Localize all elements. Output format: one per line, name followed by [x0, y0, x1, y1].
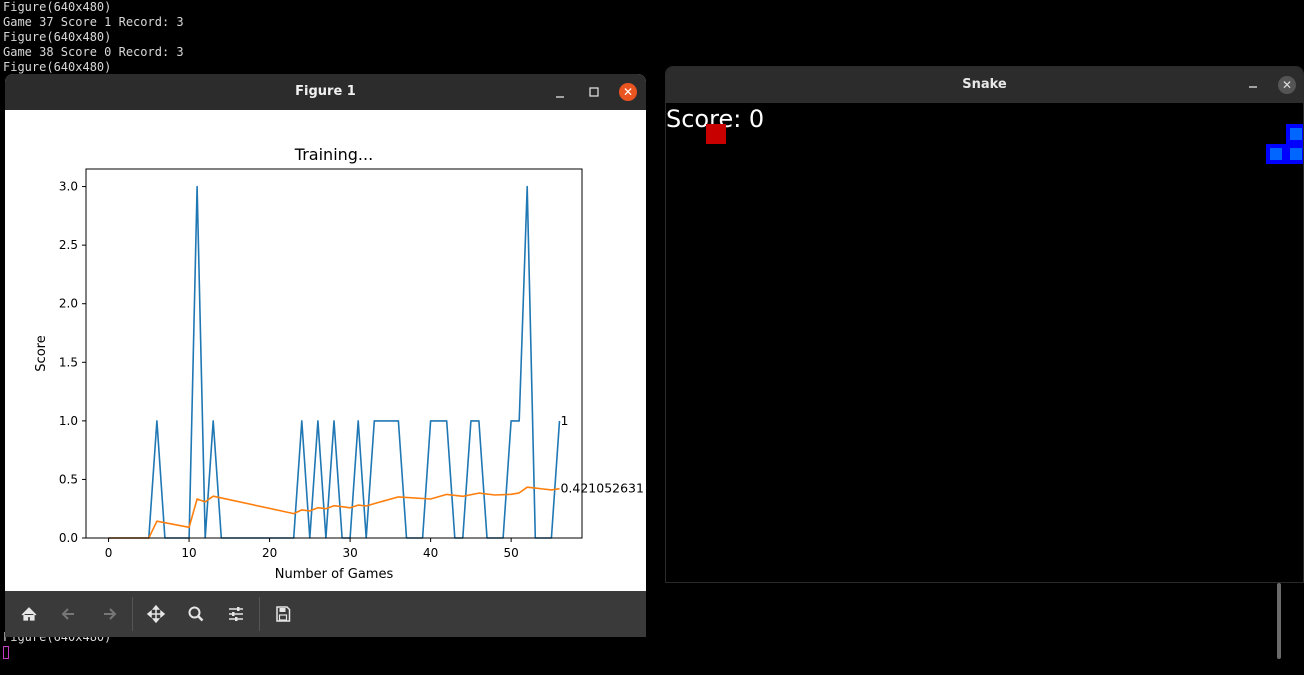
configure-subplots-button[interactable] [224, 603, 248, 625]
minimize-button[interactable] [545, 74, 575, 110]
pan-move-icon [146, 604, 166, 624]
back-button[interactable] [57, 603, 81, 625]
series-end-label: 0.421052631 [560, 481, 644, 496]
x-tick-label: 30 [342, 546, 357, 560]
pan-button[interactable] [144, 603, 168, 625]
snake-segment [1286, 144, 1303, 164]
figure-toolbar [5, 591, 646, 637]
y-tick-label: 0.0 [59, 531, 78, 545]
maximize-icon [589, 87, 599, 97]
terminal-line: Figure(640x480) [3, 0, 112, 14]
terminal-line: Figure(640x480) [3, 60, 112, 74]
series-end-label: 1 [560, 413, 568, 428]
x-tick-label: 40 [423, 546, 438, 560]
snake-window[interactable]: Snake ✕ Score: 0 [665, 66, 1304, 583]
snake-segment [1286, 124, 1303, 144]
back-arrow-icon [61, 608, 74, 620]
close-icon: ✕ [622, 85, 634, 99]
minimize-icon [556, 96, 564, 98]
series-line-1 [108, 486, 560, 539]
home-button[interactable] [17, 603, 41, 625]
close-button[interactable]: ✕ [1278, 76, 1296, 94]
x-axis-label: Number of Games [275, 567, 394, 582]
save-button[interactable] [271, 603, 295, 625]
y-axis-label: Score [34, 335, 49, 371]
terminal-line: Game 38 Score 0 Record: 3 [3, 45, 184, 59]
y-tick-label: 1.0 [59, 414, 78, 428]
x-tick-label: 20 [262, 546, 277, 560]
series-line-0 [108, 185, 561, 539]
snake-segment [1266, 144, 1286, 164]
x-tick-label: 0 [105, 546, 113, 560]
forward-button[interactable] [97, 603, 121, 625]
forward-arrow-icon [104, 608, 117, 620]
y-tick-label: 2.5 [59, 238, 78, 252]
save-floppy-icon [276, 606, 291, 622]
food-block [706, 124, 726, 144]
chart-title: Training... [294, 145, 373, 164]
zoom-button[interactable] [184, 603, 208, 625]
y-tick-label: 1.5 [59, 355, 78, 369]
home-icon [21, 607, 37, 621]
figure-window[interactable]: Figure 1 ✕ 1 0.421052631 0 10 20 30 40 50 0.0 0.5… [5, 74, 646, 637]
zoom-magnifier-icon [188, 606, 204, 622]
snake-titlebar[interactable]: Snake ✕ [666, 67, 1303, 103]
close-icon: ✕ [1281, 78, 1293, 92]
minimize-icon [1249, 86, 1257, 88]
toolbar-separator [259, 597, 260, 631]
line-chart: 1 0.421052631 0 10 20 30 40 50 0.0 0.5 1.0 1.5 2.0 2.… [34, 145, 644, 582]
terminal-scrollbar[interactable] [1277, 583, 1281, 659]
minimize-button[interactable] [1238, 67, 1268, 103]
terminal-line: Game 37 Score 1 Record: 3 [3, 15, 184, 29]
y-tick-label: 2.0 [59, 297, 78, 311]
window-title: Snake [962, 77, 1007, 92]
terminal-line: Figure(640x480) [3, 30, 112, 44]
game-canvas[interactable]: Score: 0 [666, 103, 1303, 582]
close-button[interactable]: ✕ [619, 83, 637, 101]
x-tick-label: 10 [181, 546, 196, 560]
y-tick-label: 3.0 [59, 180, 78, 194]
maximize-button[interactable] [579, 74, 609, 110]
y-tick-label: 0.5 [59, 472, 78, 486]
terminal-cursor [3, 646, 9, 659]
x-tick-label: 50 [504, 546, 519, 560]
configure-subplots-icon [229, 607, 243, 621]
figure-titlebar[interactable]: Figure 1 ✕ [5, 74, 646, 110]
toolbar-separator [132, 597, 133, 631]
plot-canvas[interactable]: 1 0.421052631 0 10 20 30 40 50 0.0 0.5 1.0 1.5 2.0 2.… [5, 110, 646, 591]
